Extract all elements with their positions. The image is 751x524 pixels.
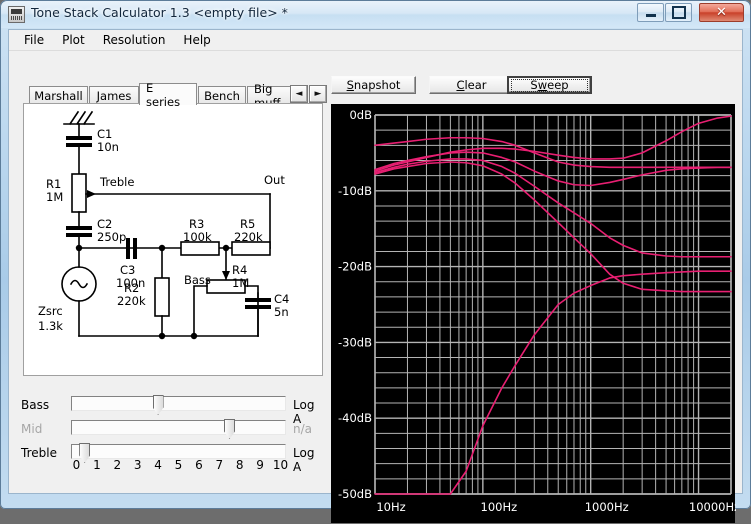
- menu-item-plot[interactable]: Plot: [53, 31, 94, 49]
- y-tick-label: -40dB: [338, 411, 372, 425]
- tab-james[interactable]: James: [89, 86, 139, 104]
- slider-scale-tick: 10: [272, 458, 289, 472]
- slider-row-mid: Mid n/a: [15, 418, 315, 440]
- x-tick-label: 10000Hz: [689, 500, 736, 514]
- app-icon: [8, 6, 25, 23]
- y-tick-label: -30dB: [338, 335, 372, 349]
- label-bass-tap: Bass: [184, 273, 211, 287]
- slider-taper-treble: Log A: [293, 446, 315, 474]
- clear-button[interactable]: Clear: [429, 76, 514, 94]
- window-title: Tone Stack Calculator 1.3 <empty file> *: [31, 5, 288, 20]
- slider-label-mid: Mid: [21, 422, 43, 436]
- tab-bench[interactable]: Bench: [198, 86, 246, 104]
- label-c4-val: 5n: [274, 305, 289, 319]
- slider-taper-mid: n/a: [293, 422, 313, 436]
- close-button[interactable]: ✕: [699, 3, 744, 22]
- slider-track-mid: [71, 420, 286, 435]
- label-c1-val: 10n: [97, 140, 119, 154]
- label-zsrc-val: 1.3k: [38, 319, 63, 333]
- frequency-response-graph[interactable]: 0dB -10dB -20dB -30dB -40dB -50dB 10Hz 100Hz 100…: [331, 104, 736, 523]
- tab-marshall[interactable]: Marshall: [29, 86, 88, 104]
- app-window: Tone Stack Calculator 1.3 <empty file> *…: [0, 0, 751, 523]
- label-treble-tap: Treble: [99, 175, 134, 189]
- curve-curve-4: [374, 158, 732, 258]
- label-c3-ref: C3: [120, 263, 135, 277]
- label-r1-ref: R1: [46, 177, 61, 191]
- junction-dots: [75, 244, 230, 340]
- preset-tab-strip: Marshall James E series Bench Big muff ◄…: [23, 81, 327, 110]
- x-tick-label: 10Hz: [376, 500, 405, 514]
- minimize-button[interactable]: [637, 3, 664, 22]
- control-sliders: Bass Log A Mid n/a Treble Log A 01234567…: [15, 388, 325, 488]
- label-r4-ref: R4: [232, 263, 247, 277]
- menu-item-file[interactable]: File: [15, 31, 53, 49]
- label-c2-ref: C2: [97, 217, 112, 231]
- slider-thumb-bass[interactable]: [152, 395, 164, 415]
- slider-scale-tick: 8: [235, 458, 244, 472]
- label-r2-val: 220k: [117, 294, 146, 308]
- label-r5-val: 220k: [234, 230, 263, 244]
- slider-scale: 0 1 2 3 4 5 6 7 8 9 10: [71, 458, 288, 474]
- minimize-icon: [638, 4, 663, 21]
- label-c4-ref: C4: [274, 292, 289, 306]
- label-r5-ref: R5: [240, 217, 255, 231]
- slider-scale-tick: 5: [174, 458, 183, 472]
- slider-scale-tick: 1: [93, 458, 101, 472]
- sweep-button[interactable]: Sweep: [507, 76, 592, 94]
- tab-e-series[interactable]: E series: [139, 81, 197, 109]
- maximize-button[interactable]: [665, 3, 692, 22]
- response-curves: [374, 115, 732, 495]
- grid-lines: [374, 114, 732, 495]
- schematic-drawing: C1 10n R1 1M Treble C2 250p C3 100n R2 2…: [38, 110, 289, 340]
- slider-scale-tick: 0: [72, 458, 81, 472]
- y-tick-label: -10dB: [338, 184, 372, 198]
- slider-scale-tick: 6: [195, 458, 203, 472]
- slider-scale-tick: 4: [154, 458, 162, 472]
- label-r1-val: 1M: [46, 190, 63, 204]
- sweep-label: Sweep: [530, 78, 569, 92]
- label-r4-val: 1M: [232, 276, 249, 290]
- slider-scale-tick: 2: [113, 458, 122, 472]
- snapshot-label: Snapshot: [346, 78, 401, 92]
- close-icon: ✕: [716, 5, 727, 20]
- curve-curve-6: [374, 270, 732, 495]
- schematic-panel: C1 10n R1 1M Treble C2 250p C3 100n R2 2…: [23, 103, 323, 376]
- slider-scale-tick: 9: [256, 458, 264, 472]
- slider-scale-tick: 7: [215, 458, 224, 472]
- label-zsrc-ref: Zsrc: [38, 304, 63, 318]
- slider-track-treble[interactable]: [71, 444, 286, 459]
- label-r3-ref: R3: [189, 217, 204, 231]
- tab-scroll-left-button[interactable]: ◄: [290, 85, 308, 103]
- x-tick-label: 1000Hz: [585, 500, 629, 514]
- slider-thumb-mid: [224, 419, 235, 439]
- label-r3-val: 100k: [183, 230, 212, 244]
- label-out: Out: [264, 173, 285, 187]
- label-r2-ref: R2: [124, 281, 139, 295]
- clear-label: Clear: [456, 78, 487, 92]
- y-tick-label: -50dB: [338, 487, 372, 501]
- slider-label-bass: Bass: [21, 398, 50, 412]
- y-tick-label: 0dB: [349, 108, 372, 122]
- label-c1-ref: C1: [97, 127, 112, 141]
- x-tick-label: 100Hz: [481, 500, 518, 514]
- label-c2-val: 250p: [97, 230, 126, 244]
- snapshot-button[interactable]: Snapshot: [331, 76, 416, 94]
- slider-scale-tick: 3: [133, 458, 142, 472]
- sweep-focus-ring: Sweep: [511, 78, 588, 92]
- maximize-icon: [666, 4, 691, 21]
- slider-row-bass: Bass Log A: [15, 394, 315, 426]
- title-bar: Tone Stack Calculator 1.3 <empty file> *…: [1, 1, 750, 28]
- menu-item-help[interactable]: Help: [174, 31, 219, 49]
- tab-scroll-right-button[interactable]: ►: [309, 85, 327, 103]
- client-area: File Plot Resolution Help Snapshot Clear…: [8, 29, 743, 523]
- slider-label-treble: Treble: [21, 446, 57, 460]
- curve-curve-3: [374, 151, 732, 187]
- graph-canvas: 0dB -10dB -20dB -30dB -40dB -50dB 10Hz 100Hz 100…: [338, 108, 736, 514]
- slider-track-bass[interactable]: [71, 396, 286, 411]
- menu-bar: File Plot Resolution Help: [9, 30, 742, 51]
- menu-item-resolution[interactable]: Resolution: [94, 31, 175, 49]
- y-tick-label: -20dB: [338, 260, 372, 274]
